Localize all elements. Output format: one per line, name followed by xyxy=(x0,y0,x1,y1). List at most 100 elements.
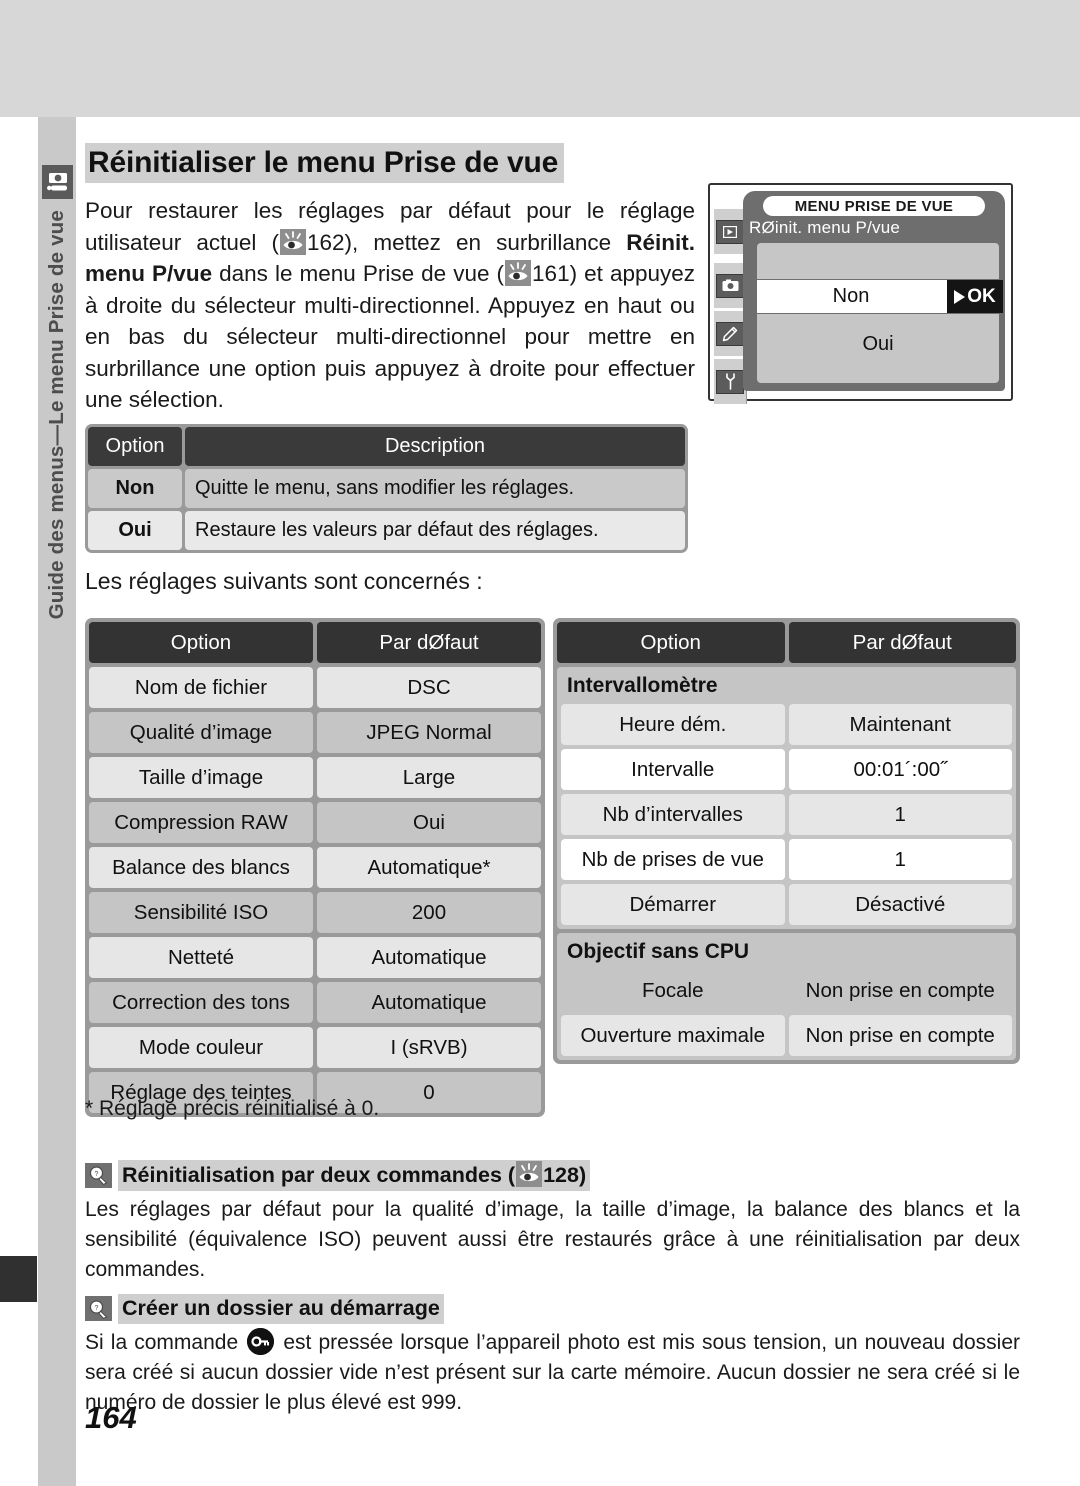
cell-option: Nom de fichier xyxy=(89,667,313,708)
note-body: Si la commande est pressée lorsque l’app… xyxy=(85,1327,1020,1418)
table-row: Nb d’intervalles 1 xyxy=(561,794,1012,835)
cell-default: Désactivé xyxy=(788,884,1012,925)
note-heading: ? Réinitialisation par deux commandes ( xyxy=(85,1160,1020,1191)
intro-text-2: ), mettez en surbrillance xyxy=(344,229,627,255)
page-number: 164 xyxy=(85,1400,137,1435)
lcd-menu-title: MENU PRISE DE VUE xyxy=(763,196,985,216)
intro-text-3: dans le menu Prise de vue ( xyxy=(212,261,505,286)
eye-reference-icon xyxy=(280,228,306,255)
table-row: Nom de fichier DSC xyxy=(89,667,541,708)
table-row: Oui Restaure les valeurs par défaut des … xyxy=(88,511,685,550)
cell-option: Nb de prises de vue xyxy=(561,839,785,880)
group-title: Intervallomètre xyxy=(567,674,718,697)
cell-default: Automatique* xyxy=(317,847,541,888)
cell-default: Maintenant xyxy=(788,704,1012,745)
camera-lcd-screenshot: MENU PRISE DE VUE RØinit. menu P/vue Non… xyxy=(708,183,1013,404)
note-reinitialisation: ? Réinitialisation par deux commandes ( xyxy=(85,1160,1020,1285)
note-heading-text: Réinitialisation par deux commandes ( 12… xyxy=(118,1160,591,1191)
table-row: Mode couleur I (sRVB) xyxy=(89,1027,541,1068)
note-body-pre: Si la commande xyxy=(85,1330,246,1354)
group-title: Objectif sans CPU xyxy=(567,940,750,963)
table-row: Ouverture maximale Non prise en compte xyxy=(561,1015,1012,1056)
rail-label: Guide des menus—Le menu Prise de vue xyxy=(38,210,76,740)
cell-default: JPEG Normal xyxy=(317,712,541,753)
right-arrow-icon xyxy=(954,289,966,304)
tip-icon: ? xyxy=(85,1162,112,1188)
lcd-option-oui-label: Oui xyxy=(862,332,894,355)
eye-reference-icon xyxy=(516,1161,543,1187)
svg-text:?: ? xyxy=(94,1171,98,1178)
table-row: Correction des tons Automatique xyxy=(89,982,541,1023)
table-header-row: Option Description xyxy=(88,427,685,466)
rail-label-text: Guide des menus—Le menu Prise de vue xyxy=(45,210,68,620)
cell-option: Netteté xyxy=(89,937,313,978)
cell-option: Qualité d’image xyxy=(89,712,313,753)
note-heading-text: Créer un dossier au démarrage xyxy=(118,1294,444,1324)
column-header-option: Option xyxy=(89,622,313,663)
defaults-table-right: Option Par dØfaut Intervallomètre Heure … xyxy=(553,618,1020,1064)
intro-ref-1: 162 xyxy=(307,229,345,255)
cell-default: Non prise en compte xyxy=(788,970,1012,1011)
note-body: Les réglages par défaut pour la qualité … xyxy=(85,1197,1020,1281)
camera-icon xyxy=(716,273,744,298)
page-top-band xyxy=(0,0,1080,117)
column-header-description: Description xyxy=(185,427,685,466)
footnote: * Réglage précis réinitialisé à 0. xyxy=(85,1097,380,1120)
intro-paragraph: Pour restaurer les réglages par défaut p… xyxy=(85,195,695,416)
lcd-ok-label: OK xyxy=(967,285,996,307)
cell-description: Restaure les valeurs par défaut des régl… xyxy=(185,511,685,550)
cell-default: 200 xyxy=(317,892,541,933)
table-row: Focale Non prise en compte xyxy=(561,970,1012,1011)
lcd-option-oui[interactable]: Oui xyxy=(757,329,999,359)
cell-default: DSC xyxy=(317,667,541,708)
note-heading-ref: 128 xyxy=(543,1163,579,1187)
table-row: Taille d’image Large xyxy=(89,757,541,798)
lcd-option-panel: Non OK Oui xyxy=(757,243,1003,383)
tip-icon: ? xyxy=(85,1296,112,1322)
lcd-menu-subtitle: RØinit. menu P/vue xyxy=(749,218,900,237)
cell-option: Ouverture maximale xyxy=(561,1015,785,1056)
lcd-option-non[interactable]: Non OK xyxy=(757,279,1003,314)
note-heading-pre: Réinitialisation par deux commandes ( xyxy=(122,1163,516,1187)
cell-option: Non xyxy=(88,469,182,508)
note-heading-post: ) xyxy=(578,1163,587,1187)
cell-default: Automatique xyxy=(317,982,541,1023)
pencil-icon xyxy=(716,321,744,346)
table-row: Balance des blancs Automatique* xyxy=(89,847,541,888)
table-row: Compression RAW Oui xyxy=(89,802,541,843)
cell-default: 00:01´:00˝ xyxy=(788,749,1012,790)
table-header-row: Option Par dØfaut xyxy=(557,622,1016,663)
cell-option: Compression RAW xyxy=(89,802,313,843)
column-header-default: Par dØfaut xyxy=(317,622,541,663)
table-row: Netteté Automatique xyxy=(89,937,541,978)
wrench-icon xyxy=(716,369,744,394)
column-header-option: Option xyxy=(557,622,785,663)
cell-description: Quitte le menu, sans modifier les réglag… xyxy=(185,469,685,508)
lcd-ok-button[interactable]: OK xyxy=(947,280,1003,313)
intro-ref-2: 161 xyxy=(532,261,570,286)
table-row: Qualité d’image JPEG Normal xyxy=(89,712,541,753)
format-key-icon xyxy=(247,1327,275,1355)
cell-option: Mode couleur xyxy=(89,1027,313,1068)
cell-default: Non prise en compte xyxy=(788,1015,1012,1056)
note-creer-dossier: ? Créer un dossier au démarrage Si la co… xyxy=(85,1294,1020,1418)
lcd-body: MENU PRISE DE VUE RØinit. menu P/vue Non… xyxy=(743,191,1005,391)
option-description-table: Option Description Non Quitte le menu, s… xyxy=(85,424,688,553)
page-title: Réinitialiser le menu Prise de vue xyxy=(85,143,565,184)
cell-default: I (sRVB) xyxy=(317,1027,541,1068)
cell-default: Large xyxy=(317,757,541,798)
column-header-option: Option xyxy=(88,427,182,466)
eye-reference-icon xyxy=(505,260,532,286)
camera-icon xyxy=(42,165,73,199)
cell-default: Oui xyxy=(317,802,541,843)
cell-option: Focale xyxy=(561,970,785,1011)
cell-option: Nb d’intervalles xyxy=(561,794,785,835)
table-row: Démarrer Désactivé xyxy=(561,884,1012,925)
cell-default: 1 xyxy=(788,839,1012,880)
side-tab-marker xyxy=(0,1256,37,1302)
table-row: Heure dém. Maintenant xyxy=(561,704,1012,745)
svg-text:?: ? xyxy=(94,1305,98,1312)
play-icon xyxy=(716,219,744,244)
cell-option-text: Oui xyxy=(118,519,152,541)
cell-option: Intervalle xyxy=(561,749,785,790)
